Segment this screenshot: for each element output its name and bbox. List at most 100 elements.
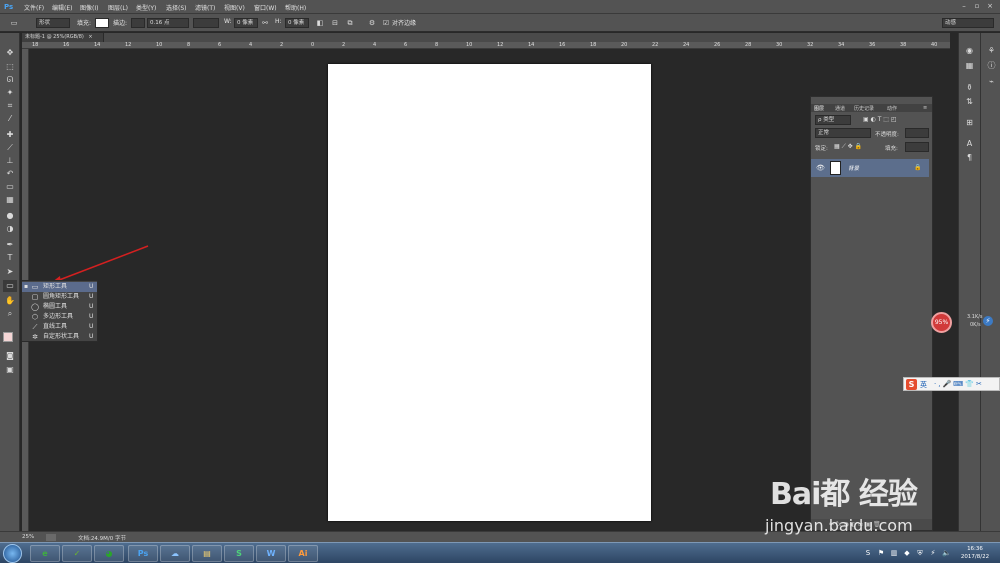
- tray-power-icon[interactable]: ⚡: [929, 549, 937, 557]
- crop-tool-icon[interactable]: ⌗: [3, 100, 17, 112]
- width-field[interactable]: 0 像素: [234, 18, 258, 28]
- mode-select[interactable]: 形状: [36, 18, 70, 28]
- document-canvas[interactable]: [328, 64, 651, 521]
- menu-help[interactable]: 帮助(H): [285, 3, 306, 12]
- eye-icon[interactable]: 👁: [816, 164, 825, 172]
- taskbar-app[interactable]: Ai: [288, 545, 318, 562]
- flyout-item-line[interactable]: ⟋ 直线工具 U: [22, 322, 97, 332]
- stroke-swatch[interactable]: [131, 18, 145, 28]
- workspace-select[interactable]: 动感: [942, 18, 994, 28]
- blend-mode-select[interactable]: 正常: [815, 128, 871, 138]
- menu-image[interactable]: 图像(I): [80, 3, 98, 12]
- paragraph-panel-icon[interactable]: ¶: [963, 152, 976, 163]
- ime-language[interactable]: 英: [920, 380, 927, 390]
- taskbar-app[interactable]: W: [256, 545, 286, 562]
- menu-file[interactable]: 文件(F): [24, 3, 44, 12]
- flyout-item-ellipse[interactable]: ◯ 椭圆工具 U: [22, 302, 97, 312]
- type-tool-icon[interactable]: T: [3, 252, 17, 264]
- path-operations-icon[interactable]: ◧: [316, 19, 324, 27]
- ime-tool-icons[interactable]: ·,🎤⌨👕✂: [934, 380, 984, 388]
- flyout-item-rectangle[interactable]: ▪ ▭ 矩形工具 U: [22, 282, 97, 292]
- quick-select-tool-icon[interactable]: ✦: [3, 87, 17, 99]
- taskbar-app[interactable]: Ps: [128, 545, 158, 562]
- menu-view[interactable]: 视图(V): [224, 3, 245, 12]
- memory-widget[interactable]: 95% 3.1K/s 0K/s ⚡: [928, 310, 994, 334]
- zoom-level[interactable]: 25%: [22, 534, 34, 540]
- menu-edit[interactable]: 编辑(E): [52, 3, 72, 12]
- fill-opacity-field[interactable]: [905, 142, 929, 152]
- stamp-tool-icon[interactable]: ⊥: [3, 155, 17, 167]
- path-alignment-icon[interactable]: ⊟: [331, 19, 339, 27]
- tray-sogou-icon[interactable]: S: [864, 549, 872, 557]
- tab-actions[interactable]: 动作: [887, 105, 897, 112]
- menu-filter[interactable]: 滤镜(T): [195, 3, 215, 12]
- status-icon[interactable]: [46, 534, 56, 541]
- start-button[interactable]: [3, 544, 22, 563]
- height-field[interactable]: 0 像素: [285, 18, 309, 28]
- fill-swatch[interactable]: [95, 18, 109, 28]
- tray-shield-icon[interactable]: ⛨: [916, 549, 924, 557]
- blur-tool-icon[interactable]: ●: [3, 210, 17, 222]
- minimize-icon[interactable]: –: [960, 3, 968, 10]
- taskbar-app[interactable]: ▤: [192, 545, 222, 562]
- sogou-logo-icon[interactable]: S: [906, 379, 917, 390]
- layer-filter-select[interactable]: ρ 类型: [815, 115, 851, 125]
- tray-volume-icon[interactable]: 🔈: [942, 549, 951, 557]
- opacity-field[interactable]: [905, 128, 929, 138]
- info-panel-icon[interactable]: ⓘ: [985, 60, 998, 71]
- stroke-type-select[interactable]: [193, 18, 219, 28]
- eraser-tool-icon[interactable]: ▭: [3, 181, 17, 193]
- menu-select[interactable]: 选择(S): [166, 3, 187, 12]
- character-panel-icon[interactable]: A: [963, 138, 976, 149]
- flyout-item-polygon[interactable]: ⬡ 多边形工具 U: [22, 312, 97, 322]
- hand-tool-icon[interactable]: ✋: [3, 295, 17, 307]
- gear-icon[interactable]: ⚙: [368, 19, 376, 27]
- document-tab-close-icon[interactable]: ×: [88, 34, 92, 40]
- dodge-tool-icon[interactable]: ◑: [3, 223, 17, 235]
- tab-layers[interactable]: 图层: [814, 105, 824, 112]
- zoom-tool-icon[interactable]: ⌕: [3, 308, 17, 320]
- panel-menu-icon[interactable]: ≡: [923, 105, 927, 111]
- foreground-color-swatch[interactable]: [3, 332, 13, 342]
- link-icon[interactable]: ⚯: [261, 19, 269, 27]
- path-select-tool-icon[interactable]: ➤: [3, 266, 17, 278]
- align-edges-checkbox-icon[interactable]: ☑: [382, 19, 390, 27]
- history-brush-tool-icon[interactable]: ↶: [3, 168, 17, 180]
- tab-history[interactable]: 历史记录: [854, 105, 874, 112]
- taskbar-app[interactable]: ◕: [94, 545, 124, 562]
- brush-tool-icon[interactable]: ⟋: [3, 142, 17, 154]
- speedup-icon[interactable]: ⚡: [983, 316, 993, 326]
- gradient-tool-icon[interactable]: ▦: [3, 194, 17, 206]
- properties-panel-icon[interactable]: ⊞: [963, 117, 976, 128]
- tray-app-icon[interactable]: ◆: [903, 549, 911, 557]
- taskbar-app[interactable]: S: [224, 545, 254, 562]
- system-clock[interactable]: 16:36 2017/8/22: [955, 545, 995, 561]
- filter-icons[interactable]: ▣ ◐ T ⬚ ◰: [863, 116, 897, 123]
- eyedropper-tool-icon[interactable]: ⁄: [3, 113, 17, 125]
- quick-mask-icon[interactable]: ◙: [3, 350, 17, 362]
- document-info[interactable]: 文档:24.9M/0 字节: [78, 534, 126, 542]
- screen-mode-icon[interactable]: ▣: [3, 364, 17, 376]
- timeline-panel-icon[interactable]: ⌁: [985, 76, 998, 87]
- swatches-panel-icon[interactable]: ▦: [963, 60, 976, 71]
- flyout-item-custom-shape[interactable]: ✲ 自定形状工具 U: [22, 332, 97, 342]
- styles-panel-icon[interactable]: ⇅: [963, 96, 976, 107]
- document-tab[interactable]: 未标题-1 @ 25%(RGB/8) ×: [22, 33, 104, 42]
- menu-layer[interactable]: 图层(L): [108, 3, 128, 12]
- tray-network-icon[interactable]: ▥: [890, 549, 898, 557]
- layer-row-background[interactable]: 👁 背景 🔒: [811, 159, 929, 177]
- healing-tool-icon[interactable]: ✚: [3, 129, 17, 141]
- color-panel-icon[interactable]: ◉: [963, 45, 976, 56]
- path-arrangement-icon[interactable]: ⧉: [346, 19, 354, 27]
- taskbar-app[interactable]: ☁: [160, 545, 190, 562]
- lock-icons[interactable]: ▦ ⟋ ✥ 🔒: [834, 143, 862, 151]
- tray-flag-icon[interactable]: ⚑: [877, 549, 885, 557]
- shape-tool-icon[interactable]: ▭: [3, 280, 17, 292]
- taskbar-app[interactable]: e: [30, 545, 60, 562]
- lasso-tool-icon[interactable]: ᘏ: [3, 74, 17, 86]
- menu-window[interactable]: 窗口(W): [254, 3, 277, 12]
- tab-channels[interactable]: 通道: [835, 105, 845, 112]
- taskbar-app[interactable]: ✓: [62, 545, 92, 562]
- adjustments-panel-icon[interactable]: ⚱: [963, 82, 976, 93]
- close-icon[interactable]: ×: [986, 3, 994, 10]
